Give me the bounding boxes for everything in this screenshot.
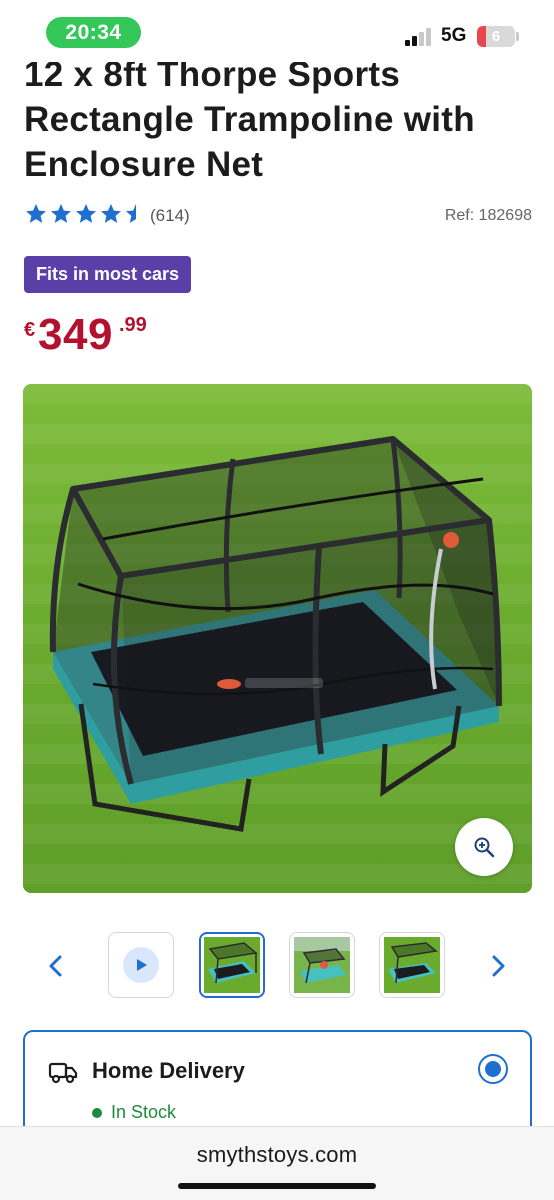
thumbnail-trampoline-image xyxy=(204,937,260,993)
play-icon xyxy=(137,959,147,971)
zoom-in-icon xyxy=(474,837,495,858)
delivery-option-title: Home Delivery xyxy=(92,1058,245,1083)
chevron-right-icon[interactable] xyxy=(486,952,510,980)
battery-icon: 6 xyxy=(477,26,515,47)
rating-stars[interactable] xyxy=(24,201,148,227)
product-reference: Ref: 182698 xyxy=(444,207,532,224)
review-count-link[interactable]: (614) xyxy=(150,206,190,226)
price-currency: € xyxy=(24,319,36,341)
price-decimal: .99 xyxy=(119,314,147,336)
price-whole: 349 xyxy=(38,310,113,359)
trampoline-illustration xyxy=(23,384,532,893)
battery-level: 6 xyxy=(491,28,501,45)
fits-in-cars-badge: Fits in most cars xyxy=(24,256,192,293)
product-title: 12 x 8ft Thorpe Sports Rectangle Trampol… xyxy=(24,52,539,187)
thumbnail-image-3[interactable] xyxy=(379,932,445,998)
chevron-left-icon[interactable] xyxy=(44,952,68,980)
status-bar: 20:34 5G 6 xyxy=(0,0,554,62)
zoom-button[interactable] xyxy=(455,818,513,876)
thumbnail-image-2[interactable] xyxy=(289,932,355,998)
star-full-icon xyxy=(26,204,46,223)
thumbnail-trampoline-image xyxy=(294,937,350,993)
in-stock-dot-icon xyxy=(92,1107,102,1118)
cellular-signal-icon xyxy=(405,26,435,46)
star-full-icon xyxy=(76,204,96,223)
stock-status: In Stock xyxy=(92,1102,176,1123)
rating-row: (614) Ref: 182698 xyxy=(24,201,532,231)
delivery-radio-selected[interactable] xyxy=(478,1054,508,1084)
star-half-icon xyxy=(126,204,136,223)
star-full-icon xyxy=(51,204,71,223)
home-indicator[interactable] xyxy=(178,1183,376,1189)
thumbnail-video[interactable] xyxy=(108,932,174,998)
battery-tip xyxy=(516,32,519,41)
network-type: 5G xyxy=(441,25,467,46)
thumbnail-trampoline-image xyxy=(384,937,440,993)
product-title-line-2: Rectangle Trampoline with xyxy=(24,100,475,139)
star-full-icon xyxy=(101,204,121,223)
thumbnail-image-1[interactable] xyxy=(199,932,265,998)
browser-address-bar[interactable]: smythstoys.com xyxy=(0,1126,554,1200)
truck-icon xyxy=(48,1062,78,1084)
browser-url[interactable]: smythstoys.com xyxy=(0,1142,554,1168)
product-title-line-3: Enclosure Net xyxy=(24,145,264,184)
play-button xyxy=(123,947,159,983)
product-main-image[interactable] xyxy=(23,384,532,893)
thumbnail-carousel xyxy=(0,932,554,1000)
status-time: 20:34 xyxy=(46,17,141,48)
stock-status-text: In Stock xyxy=(111,1102,177,1122)
